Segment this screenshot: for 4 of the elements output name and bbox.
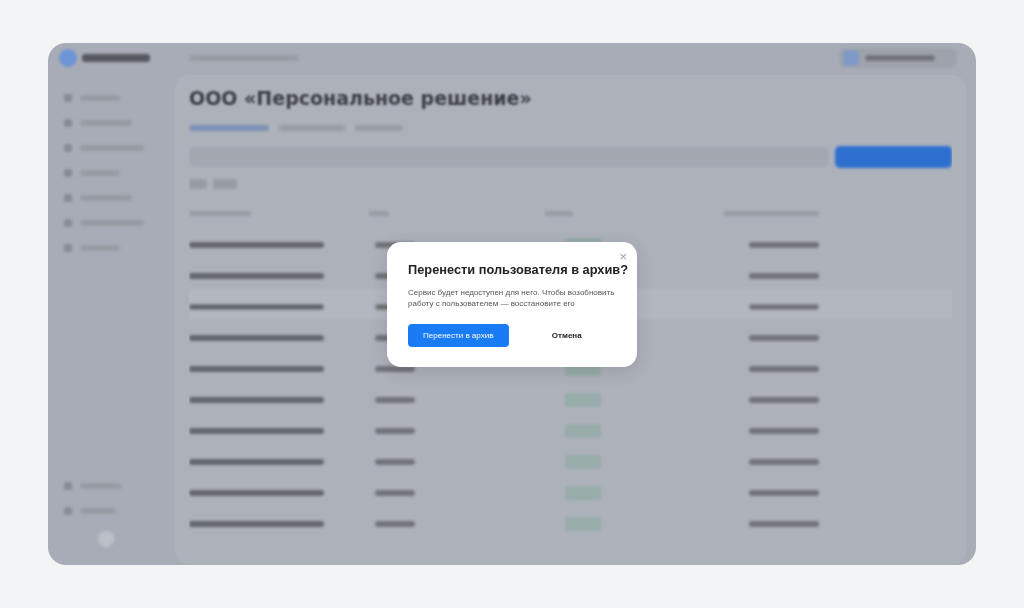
dialog-message: Сервис будет недоступен для него. Чтобы возобновить работу с пользователем — восстановите его [408, 287, 616, 309]
archive-button[interactable]: Перенести в архив [408, 324, 509, 347]
page-title: ООО «Персональное решение» [189, 87, 533, 109]
cancel-button[interactable]: Отмена [516, 324, 617, 347]
